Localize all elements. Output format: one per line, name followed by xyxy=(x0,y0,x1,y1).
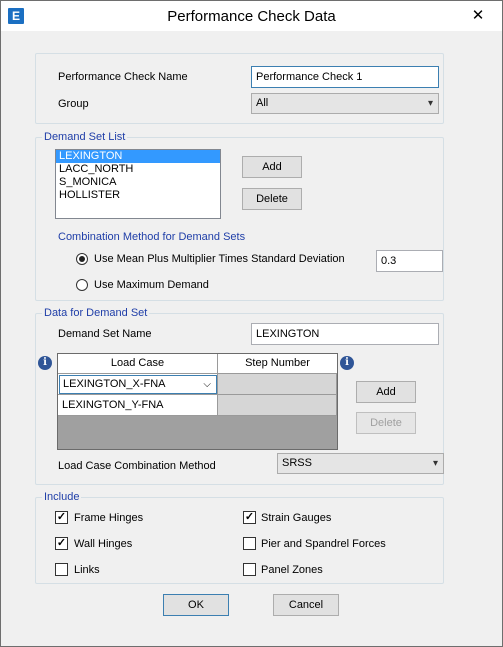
list-item[interactable]: S_MONICA xyxy=(56,176,220,189)
pier-spandrel-forces-checkbox[interactable] xyxy=(243,537,256,550)
links-checkbox[interactable] xyxy=(55,563,68,576)
table-row[interactable]: LEXINGTON_Y-FNA xyxy=(58,395,337,416)
maximum-demand-label: Use Maximum Demand xyxy=(94,279,209,291)
list-item[interactable]: LEXINGTON xyxy=(56,150,220,163)
maximum-demand-radio[interactable] xyxy=(76,279,88,291)
dialog-window: E Performance Check Data ✕ Performance C… xyxy=(0,0,503,647)
step-number-cell[interactable] xyxy=(218,374,337,395)
info-icon[interactable]: i xyxy=(340,356,354,370)
radio-dot xyxy=(79,256,85,262)
frame-hinges-checkbox[interactable]: ✓ xyxy=(55,511,68,524)
multiplier-field[interactable]: 0.3 xyxy=(376,250,443,272)
load-case-grid: Load Case Step Number LEXINGTON_X-FNA ⌵ … xyxy=(57,353,338,450)
step-number-cell[interactable] xyxy=(218,395,337,416)
combination-method-label: Load Case Combination Method xyxy=(58,460,216,472)
mean-plus-radio[interactable] xyxy=(76,253,88,265)
demand-set-listbox[interactable]: LEXINGTON LACC_NORTH S_MONICA HOLLISTER xyxy=(55,149,221,219)
mean-plus-label: Use Mean Plus Multiplier Times Standard … xyxy=(94,253,345,265)
group-label: Group xyxy=(58,98,89,110)
dialog-title: Performance Check Data xyxy=(167,8,336,25)
load-case-cell[interactable]: LEXINGTON_Y-FNA xyxy=(58,395,218,416)
combination-method-heading: Combination Method for Demand Sets xyxy=(58,231,246,243)
group-select[interactable]: All ▾ xyxy=(251,93,439,114)
cancel-button[interactable]: Cancel xyxy=(273,594,339,616)
frame-hinges-label: Frame Hinges xyxy=(74,512,144,524)
chevron-down-icon: ⌵ xyxy=(203,379,211,390)
delete-demand-set-button[interactable]: Delete xyxy=(242,188,302,210)
check-name-label: Performance Check Name xyxy=(58,71,188,83)
strain-gauges-checkbox[interactable]: ✓ xyxy=(243,511,256,524)
include-legend: Include xyxy=(42,490,82,504)
group-select-value: All xyxy=(256,97,269,109)
combination-method-select[interactable]: SRSS ▾ xyxy=(277,453,444,474)
load-case-header: Load Case xyxy=(58,354,218,373)
load-case-dropdown[interactable]: LEXINGTON_X-FNA ⌵ xyxy=(59,375,217,394)
chevron-down-icon: ▾ xyxy=(432,458,438,469)
combination-method-value: SRSS xyxy=(282,457,312,469)
check-name-field[interactable]: Performance Check 1 xyxy=(251,66,439,88)
info-icon[interactable]: i xyxy=(38,356,52,370)
delete-load-case-button[interactable]: Delete xyxy=(356,412,416,434)
add-demand-set-button[interactable]: Add xyxy=(242,156,302,178)
demand-set-name-field[interactable]: LEXINGTON xyxy=(251,323,439,345)
panel-zones-checkbox[interactable] xyxy=(243,563,256,576)
add-load-case-button[interactable]: Add xyxy=(356,381,416,403)
close-icon[interactable]: ✕ xyxy=(467,7,489,25)
pier-spandrel-forces-label: Pier and Spandrel Forces xyxy=(261,538,386,550)
demand-set-list-legend: Demand Set List xyxy=(42,130,128,144)
grid-header: Load Case Step Number xyxy=(58,354,337,374)
links-label: Links xyxy=(74,564,100,576)
demand-set-name-label: Demand Set Name xyxy=(58,328,152,340)
load-case-cell[interactable]: LEXINGTON_X-FNA ⌵ xyxy=(58,374,218,395)
table-row[interactable]: LEXINGTON_X-FNA ⌵ xyxy=(58,374,337,395)
list-item[interactable]: HOLLISTER xyxy=(56,189,220,202)
title-bar: E Performance Check Data ✕ xyxy=(1,1,502,31)
ok-button[interactable]: OK xyxy=(163,594,229,616)
list-item[interactable]: LACC_NORTH xyxy=(56,163,220,176)
wall-hinges-label: Wall Hinges xyxy=(74,538,133,550)
step-number-header: Step Number xyxy=(245,357,310,369)
chevron-down-icon: ▾ xyxy=(427,98,433,109)
strain-gauges-label: Strain Gauges xyxy=(261,512,332,524)
demand-set-data-legend: Data for Demand Set xyxy=(42,306,150,320)
load-case-dropdown-value: LEXINGTON_X-FNA xyxy=(63,378,166,390)
panel-zones-label: Panel Zones xyxy=(261,564,323,576)
wall-hinges-checkbox[interactable]: ✓ xyxy=(55,537,68,550)
